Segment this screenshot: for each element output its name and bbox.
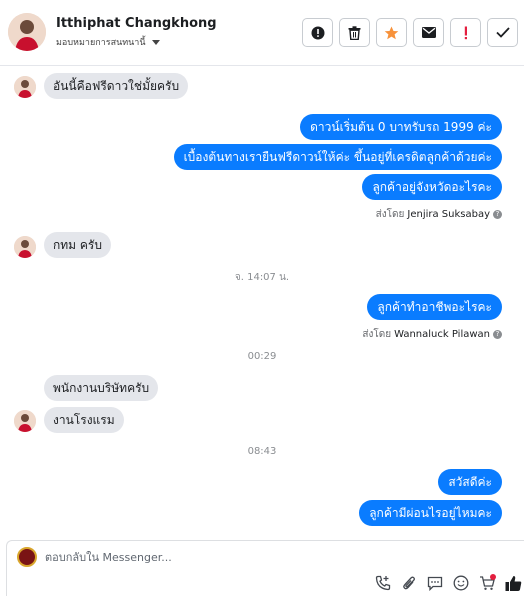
delete-button[interactable] <box>339 18 370 47</box>
mark-spam-button[interactable] <box>302 18 333 47</box>
exclamation-icon <box>464 26 467 39</box>
sent-by-prefix: ส่งโดย <box>362 329 392 340</box>
like-button[interactable] <box>504 574 522 592</box>
sender-avatar <box>14 76 36 98</box>
call-button[interactable] <box>374 574 392 592</box>
mark-done-button[interactable] <box>487 18 518 47</box>
check-icon <box>495 27 510 38</box>
star-button[interactable] <box>376 18 407 47</box>
incoming-message[interactable]: กทม ครับ <box>44 232 111 258</box>
mark-unread-button[interactable] <box>413 18 444 47</box>
saved-replies-button[interactable] <box>426 574 444 592</box>
outgoing-message[interactable]: ลูกค้าอยู่จังหวัดอะไรคะ <box>362 174 502 200</box>
star-icon <box>384 26 399 39</box>
sent-by-name: Wannaluck Pilawan <box>394 329 490 340</box>
timestamp: 08:43 <box>247 446 277 457</box>
page-avatar <box>17 547 37 567</box>
sent-by-name: Jenjira Suksabay <box>407 209 490 220</box>
notification-dot <box>490 574 496 580</box>
reply-input[interactable] <box>45 547 485 567</box>
reply-composer <box>6 540 524 596</box>
sent-by-label: ส่งโดย Jenjira Suksabay ? <box>376 207 502 222</box>
help-icon[interactable]: ? <box>493 210 502 219</box>
sent-by-label: ส่งโดย Wannaluck Pilawan ? <box>362 327 502 342</box>
outgoing-message[interactable]: ลูกค้ามีผ่อนไรอยู่ไหมคะ <box>359 500 502 526</box>
emoji-button[interactable] <box>452 574 470 592</box>
assign-conversation-dropdown[interactable]: มอบหมายการสนทนานี้ <box>56 35 160 49</box>
assign-label: มอบหมายการสนทนานี้ <box>56 38 146 48</box>
smiley-icon <box>453 575 469 591</box>
sender-avatar <box>14 410 36 432</box>
incoming-message[interactable]: อันนี้คือฟรีดาวใช่มั้ยครับ <box>44 73 189 99</box>
contact-name[interactable]: Itthiphat Changkhong <box>56 16 217 31</box>
timestamp: จ. 14:07 น. <box>234 272 290 283</box>
trash-icon <box>348 25 361 40</box>
outgoing-message[interactable]: ลูกค้าทำอาชีพอะไรคะ <box>367 294 502 320</box>
sent-by-prefix: ส่งโดย <box>375 209 405 220</box>
contact-avatar[interactable] <box>8 13 46 51</box>
chat-bubble-icon <box>427 576 443 591</box>
alert-circle-icon <box>311 26 324 39</box>
conversation-header: Itthiphat Changkhong มอบหมายการสนทนานี้ <box>0 0 524 66</box>
incoming-message[interactable]: พนักงานบริษัทครับ <box>44 375 159 401</box>
outgoing-message[interactable]: เบื้องต้นทางเรายืนฟรีดาวน์ให้ค่ะ ขึ้นอยู… <box>173 144 502 170</box>
paperclip-icon <box>403 576 415 590</box>
incoming-message[interactable]: งานโรงแรม <box>44 407 124 433</box>
outgoing-message[interactable]: สวัสดีค่ะ <box>438 469 502 495</box>
chevron-down-icon <box>151 39 160 45</box>
phone-plus-icon <box>375 575 391 591</box>
thumbs-up-icon <box>505 575 521 591</box>
envelope-icon <box>421 27 436 38</box>
help-icon[interactable]: ? <box>493 330 502 339</box>
attach-button[interactable] <box>400 574 418 592</box>
outgoing-message[interactable]: ดาวน์เริ่มต้น 0 บาทรับรถ 1999 ค่ะ <box>300 114 502 140</box>
composer-tools <box>374 574 522 592</box>
timestamp: 00:29 <box>247 351 277 362</box>
sender-avatar <box>14 236 36 258</box>
shop-button[interactable] <box>478 574 496 592</box>
conversation-actions <box>302 18 518 47</box>
follow-up-button[interactable] <box>450 18 481 47</box>
